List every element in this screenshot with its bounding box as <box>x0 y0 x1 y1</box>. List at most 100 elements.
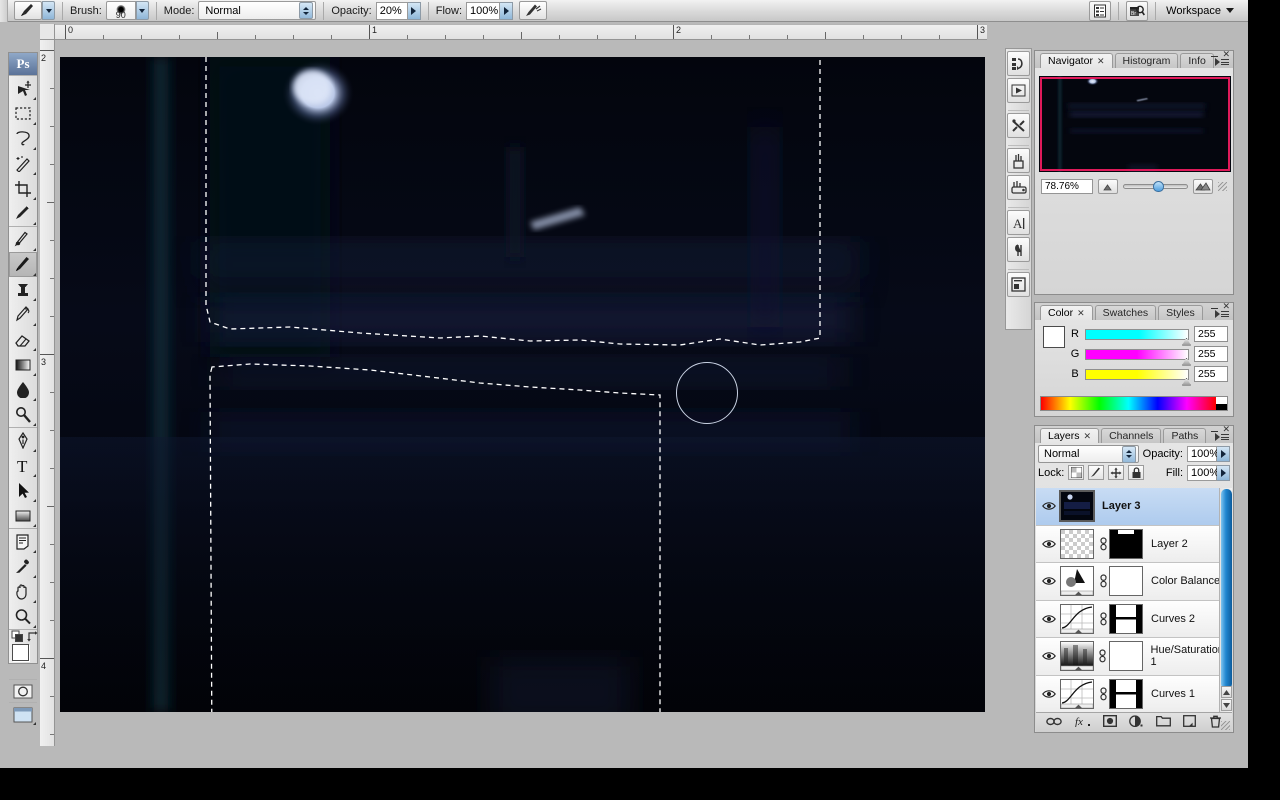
layer-thumbnail[interactable] <box>1060 528 1094 559</box>
zoom-tool[interactable] <box>9 604 37 629</box>
layer-visibility-toggle[interactable] <box>1038 539 1060 549</box>
tab-info[interactable]: Info <box>1180 53 1214 68</box>
close-icon[interactable]: ✕ <box>1084 431 1092 442</box>
mask-link-toggle[interactable] <box>1097 537 1109 551</box>
type-tool[interactable]: T <box>9 453 37 478</box>
layer-row[interactable]: Layer 2 <box>1036 525 1232 563</box>
screen-mode-button[interactable] <box>9 703 37 726</box>
brush-tool-preset-button[interactable] <box>14 1 42 20</box>
mask-link-icon[interactable] <box>1099 612 1108 626</box>
layer-thumbnail[interactable] <box>1059 641 1094 672</box>
lock-image-pixels-button[interactable] <box>1088 465 1105 480</box>
panel-menu-button[interactable] <box>1215 58 1229 66</box>
slider-knob[interactable] <box>1182 357 1191 366</box>
close-icon[interactable]: ✕ <box>1097 56 1105 67</box>
history-brush-tool[interactable] <box>9 302 37 327</box>
tab-navigator[interactable]: Navigator ✕ <box>1040 53 1113 68</box>
channel-value-input[interactable]: 255 <box>1194 346 1228 362</box>
mask-link-toggle[interactable] <box>1097 574 1109 588</box>
channel-slider[interactable] <box>1085 348 1191 366</box>
white-black-swatches[interactable] <box>1216 397 1227 410</box>
minimize-icon[interactable] <box>1211 55 1219 57</box>
layer-mask[interactable] <box>1109 678 1143 709</box>
layer-visibility-toggle[interactable] <box>1038 614 1060 624</box>
foreground-color-swatch[interactable] <box>12 644 29 661</box>
eye-icon[interactable] <box>1042 689 1056 699</box>
new-group-button[interactable] <box>1155 715 1171 730</box>
layer-opacity-input[interactable]: 100% <box>1187 446 1219 462</box>
close-icon[interactable]: ✕ <box>1077 308 1085 319</box>
tool-presets-panel-icon[interactable] <box>1007 113 1030 138</box>
layer-visibility-toggle[interactable] <box>1038 689 1060 699</box>
brush-tool[interactable] <box>9 252 37 277</box>
layer-opacity-slider-arrow[interactable] <box>1217 446 1230 462</box>
brush-size-preview[interactable]: 90 <box>105 1 136 20</box>
layer-style-button[interactable]: fx <box>1075 715 1091 730</box>
black-swatch[interactable] <box>1216 403 1227 410</box>
options-bar-grip[interactable] <box>0 0 8 22</box>
gradient-tool[interactable] <box>9 352 37 377</box>
airbrush-toggle-button[interactable] <box>519 1 548 20</box>
panel-menu-button[interactable] <box>1215 310 1229 318</box>
eyedropper-tool[interactable] <box>9 554 37 579</box>
zoom-out-button[interactable] <box>1098 178 1118 194</box>
slider-knob[interactable] <box>1152 180 1164 192</box>
flow-input[interactable]: 100% <box>466 1 501 20</box>
layer-mask[interactable] <box>1109 528 1143 559</box>
lock-position-button[interactable] <box>1108 465 1125 480</box>
foreground-color-swatch[interactable] <box>1043 326 1065 348</box>
layer-visibility-toggle[interactable] <box>1038 576 1060 586</box>
minimize-icon[interactable] <box>1211 307 1219 309</box>
hand-tool[interactable] <box>9 579 37 604</box>
path-selection-tool[interactable] <box>9 478 37 503</box>
history-panel-icon[interactable] <box>1007 51 1030 76</box>
move-tool[interactable] <box>9 76 37 101</box>
new-adjustment-layer-button[interactable] <box>1129 714 1143 731</box>
zoom-slider[interactable] <box>1123 179 1188 194</box>
channel-slider[interactable] <box>1085 328 1191 346</box>
link-layers-button[interactable] <box>1046 716 1063 730</box>
actions-panel-icon[interactable] <box>1007 78 1030 103</box>
magic-wand-tool[interactable] <box>9 151 37 176</box>
ruler-corner[interactable] <box>40 24 55 40</box>
layer-list-scrollbar[interactable] <box>1219 488 1232 712</box>
layer-row[interactable]: Hue/Saturation 1 <box>1036 638 1232 676</box>
mask-link-icon[interactable] <box>1099 574 1108 588</box>
close-panel-icon[interactable]: ✕ <box>1222 302 1230 311</box>
rectangular-marquee-tool[interactable] <box>9 101 37 126</box>
brush-picker-arrow[interactable] <box>135 1 149 20</box>
eye-icon[interactable] <box>1042 614 1056 624</box>
eye-icon[interactable] <box>1042 576 1056 586</box>
layer-visibility-toggle[interactable] <box>1038 651 1060 661</box>
layer-row[interactable]: Curves 2 <box>1036 600 1232 638</box>
scrollbar-thumb[interactable] <box>1221 489 1232 689</box>
layer-row[interactable]: Layer 3 <box>1036 488 1232 526</box>
scroll-down-button[interactable] <box>1221 699 1232 711</box>
tab-styles[interactable]: Styles <box>1158 305 1203 320</box>
eye-icon[interactable] <box>1041 651 1056 661</box>
panel-menu-button[interactable] <box>1215 433 1229 441</box>
mask-link-icon[interactable] <box>1099 687 1108 701</box>
clone-stamp-tool[interactable] <box>9 277 37 302</box>
vertical-ruler[interactable]: 2345 <box>40 40 55 746</box>
mask-link-icon[interactable] <box>1099 537 1108 551</box>
brush-presets-panel-icon[interactable] <box>1007 175 1030 200</box>
layer-fill-input[interactable]: 100% <box>1187 464 1219 481</box>
layer-mask[interactable] <box>1109 566 1143 597</box>
layer-mask[interactable] <box>1109 603 1143 634</box>
horizontal-ruler[interactable]: 0 1 2 3 <box>55 24 987 40</box>
flow-slider-arrow[interactable] <box>500 1 514 20</box>
channel-value-input[interactable]: 255 <box>1194 366 1228 382</box>
blend-mode-select[interactable]: Normal <box>198 1 317 20</box>
panel-resize-grip[interactable] <box>1221 721 1230 730</box>
layer-list[interactable]: Layer 3 Layer 2 Color Balance 1 Curves 2 Hue… <box>1036 488 1232 712</box>
minimize-icon[interactable] <box>1211 430 1219 432</box>
tab-channels[interactable]: Channels <box>1101 428 1162 443</box>
crop-tool[interactable] <box>9 176 37 201</box>
eye-icon[interactable] <box>1042 501 1056 511</box>
delete-layer-button[interactable] <box>1209 715 1222 731</box>
brushes-panel-icon[interactable] <box>1007 148 1030 173</box>
close-panel-icon[interactable]: ✕ <box>1222 50 1230 59</box>
layer-thumbnail[interactable] <box>1060 603 1094 634</box>
character-panel-icon[interactable]: A <box>1007 210 1030 235</box>
